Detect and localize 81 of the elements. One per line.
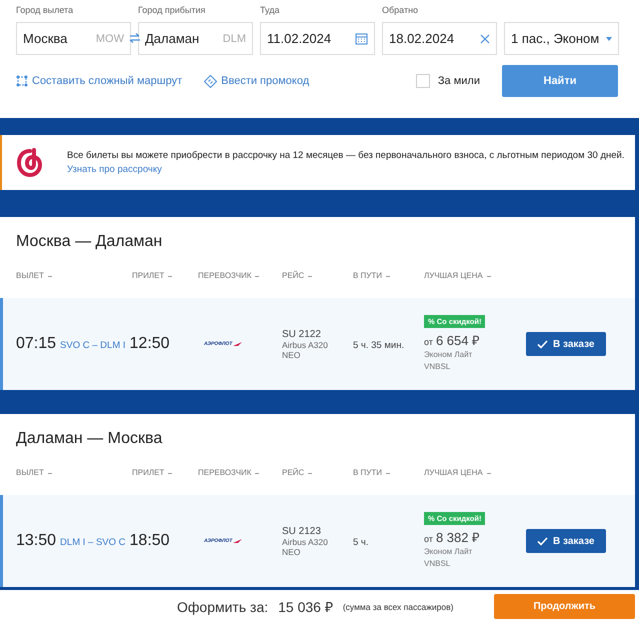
continue-button[interactable]: Продолжить <box>494 594 635 619</box>
sort-icon <box>308 275 312 278</box>
sort-icon <box>386 275 390 278</box>
order-button[interactable]: В заказе <box>526 332 606 356</box>
price-prefix: от <box>424 337 433 347</box>
airport-code: DLM <box>222 32 246 44</box>
route-title: Даламан — Москва <box>15 429 164 449</box>
airport-route: SVO C – DLM I <box>60 340 126 351</box>
fare-code: VNBSL <box>424 361 450 373</box>
link[interactable]: Ввести промокод <box>204 74 310 88</box>
sort-icon <box>486 472 491 475</box>
sort-icon <box>255 275 260 278</box>
fare-code: VNBSL <box>424 558 450 570</box>
column-header[interactable]: ПРИЛЕТ <box>132 468 172 495</box>
column-header[interactable]: РЕЙС <box>282 468 312 495</box>
input-field[interactable]: 18.02.2024 <box>382 22 497 55</box>
search-button[interactable]: Найти <box>502 65 618 97</box>
check-icon <box>537 536 548 546</box>
sort-icon <box>386 472 390 475</box>
departure-time: 07:15 <box>16 335 56 353</box>
price: 8 382 ₽ <box>436 529 480 546</box>
spiral-logo-icon <box>16 148 44 178</box>
sort-icon <box>168 275 172 278</box>
field-label: Город прибытия <box>138 4 206 17</box>
flight-number: SU 2122 <box>282 328 322 340</box>
column-header[interactable]: В ПУТИ <box>353 468 390 495</box>
price: 6 654 ₽ <box>436 332 480 349</box>
sort-icon <box>48 275 52 278</box>
price-prefix: от <box>424 534 433 544</box>
field-label: Город вылета <box>16 4 74 17</box>
column-header[interactable]: ВЫЛЕТ <box>16 468 52 495</box>
sort-icon <box>255 472 260 475</box>
total-price: 15 036 ₽ <box>278 598 333 616</box>
wing-icon <box>233 341 244 347</box>
flight-duration: 5 ч. <box>353 537 369 548</box>
check-icon <box>537 340 548 348</box>
clear-icon <box>480 34 490 44</box>
flight-number: SU 2123 <box>282 526 322 536</box>
sort-icon <box>308 472 312 475</box>
input-field[interactable]: Москва MOW <box>16 22 131 55</box>
arrival-time: 12:50 <box>130 335 170 353</box>
passenger-select[interactable]: 1 пас., Эконом <box>504 22 619 55</box>
banner-text: Все билеты вы можете приобрести в рассрочку на 12 месяцев — без первоначального взноса, с льготным периодом 30 дней. <box>67 150 624 161</box>
field-label: Туда <box>260 4 280 17</box>
aircraft-type: Airbus A320 NEO <box>282 536 329 556</box>
field-label: Обратно <box>382 4 420 17</box>
total-note: (сумма за всех пассажиров) <box>342 602 454 612</box>
column-header[interactable]: ПРИЛЕТ <box>132 271 172 298</box>
order-button[interactable]: В заказе <box>526 529 606 553</box>
ticket-icon <box>204 74 218 88</box>
link[interactable]: Узнать про рассрочку <box>67 164 162 175</box>
column-header[interactable]: ЛУЧШАЯ ЦЕНА <box>424 468 491 495</box>
column-header[interactable]: ВЫЛЕТ <box>16 271 52 298</box>
column-header[interactable]: ПЕРЕВОЗЧИК <box>198 468 260 495</box>
column-header[interactable]: РЕЙС <box>282 271 312 298</box>
link[interactable]: Составить сложный маршрут <box>16 75 182 87</box>
sort-icon <box>48 472 52 475</box>
calendar-icon <box>355 32 368 45</box>
arrival-time: 18:50 <box>130 532 170 550</box>
route-title: Москва — Даламан <box>15 232 164 252</box>
sort-icon <box>486 275 491 278</box>
airport-code: MOW <box>96 32 124 44</box>
wing-icon <box>233 538 244 544</box>
departure-time: 13:50 <box>16 532 56 550</box>
column-header[interactable]: В ПУТИ <box>353 271 390 298</box>
checkbox-label: За мили <box>438 75 480 87</box>
sort-icon <box>168 472 172 475</box>
column-header[interactable]: ЛУЧШАЯ ЦЕНА <box>424 271 491 298</box>
swap-icon <box>129 33 141 43</box>
column-header[interactable]: ПЕРЕВОЗЧИК <box>198 271 260 298</box>
aircraft-type: Airbus A320 NEO <box>282 340 329 360</box>
total-label: Оформить за: <box>177 598 268 614</box>
checkbox[interactable] <box>416 74 430 88</box>
input-field[interactable]: 11.02.2024 <box>260 22 375 55</box>
airport-route: DLM I – SVO C <box>60 537 126 548</box>
fare-name: Эконом Лайт <box>424 349 472 361</box>
flight-duration: 5 ч. 35 мин. <box>353 340 404 351</box>
route-icon <box>16 75 28 87</box>
caret-icon <box>606 36 612 40</box>
input-field[interactable]: Даламан DLM <box>138 22 253 55</box>
fare-name: Эконом Лайт <box>424 546 472 558</box>
